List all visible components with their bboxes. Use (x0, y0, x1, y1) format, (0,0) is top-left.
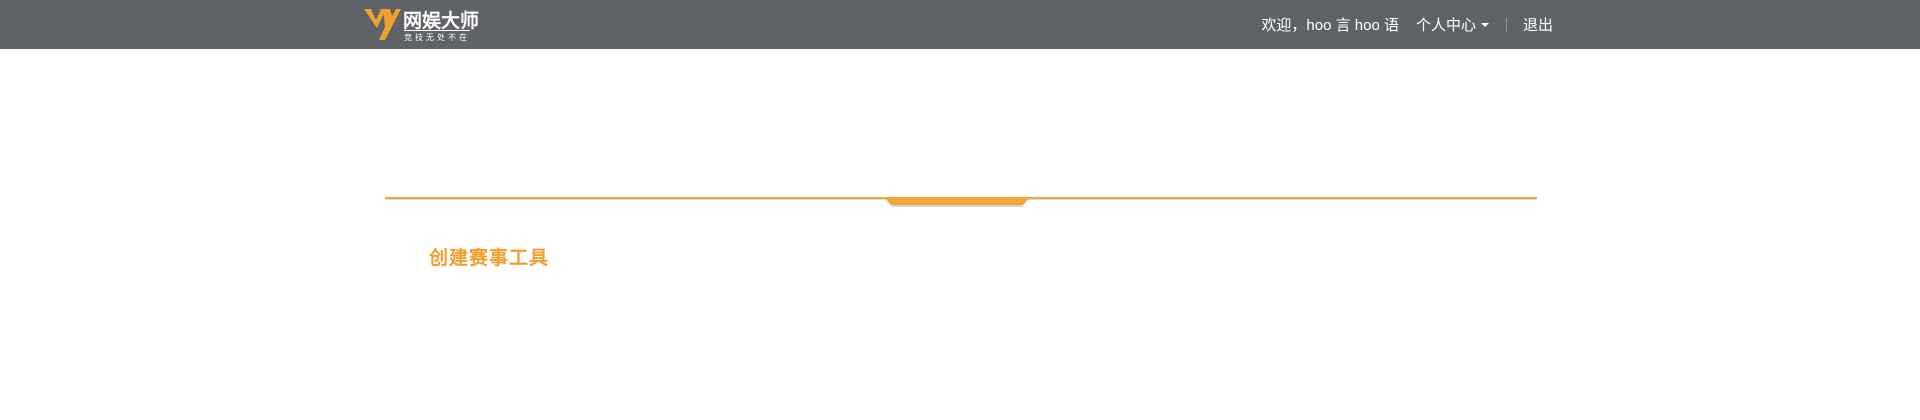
nav-divider (1505, 17, 1507, 32)
section-divider-tab (884, 197, 1030, 207)
caret-down-icon (1480, 23, 1489, 27)
user-nav: 欢迎，hoo 言 hoo 语 个人中心 退出 (1261, 0, 1553, 49)
welcome-text: 欢迎，hoo 言 hoo 语 (1261, 17, 1399, 34)
brand-mark-icon (364, 9, 401, 40)
brand-name: 网娱大师 (403, 10, 480, 32)
top-navigation-bar: 网娱大师 竞技无处不在 欢迎，hoo 言 hoo 语 个人中心 退出 (0, 0, 1920, 49)
brand-slogan: 竞技无处不在 (404, 30, 470, 43)
brand-logo[interactable]: 网娱大师 竞技无处不在 (363, 4, 483, 42)
personal-center-label: 个人中心 (1415, 17, 1476, 34)
personal-center-dropdown[interactable]: 个人中心 (1416, 14, 1489, 35)
section-title: 创建赛事工具 (429, 247, 550, 269)
logout-link[interactable]: 退出 (1523, 14, 1553, 35)
